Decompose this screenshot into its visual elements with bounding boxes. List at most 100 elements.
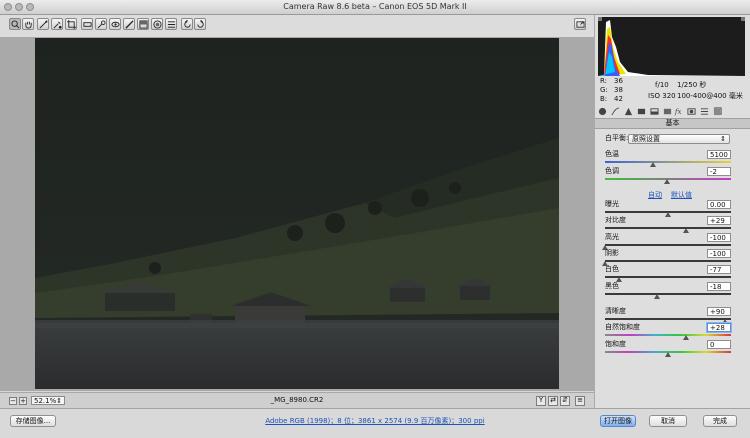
color-sampler-icon bbox=[53, 20, 62, 29]
lens: 100-400@400 毫米 bbox=[677, 92, 743, 100]
slider-value-field[interactable]: +29 bbox=[707, 216, 731, 225]
slider-thumb[interactable] bbox=[649, 162, 656, 167]
slider-label: 高光 bbox=[605, 233, 619, 241]
preferences-icon bbox=[167, 20, 175, 28]
hsl-tab[interactable] bbox=[636, 106, 646, 116]
adjustment-brush-tool-button[interactable] bbox=[123, 18, 135, 30]
rgb-b-value: 42 bbox=[614, 95, 623, 103]
rotate-ccw-tool-button[interactable] bbox=[181, 18, 193, 30]
presets-tab[interactable] bbox=[699, 106, 709, 116]
slider-label: 对比度 bbox=[605, 216, 626, 224]
hand-icon bbox=[24, 21, 32, 29]
lens-corrections-tab[interactable] bbox=[662, 106, 672, 116]
slider-value-field[interactable]: 0.00 bbox=[707, 200, 731, 209]
shutter-speed: 1/250 秒 bbox=[677, 81, 707, 89]
slider-value-field[interactable]: 0 bbox=[707, 340, 731, 349]
straighten-tool-button[interactable] bbox=[81, 18, 93, 30]
slider-track[interactable] bbox=[605, 161, 731, 163]
split-toning-tab[interactable] bbox=[649, 106, 659, 116]
preview-menu-button[interactable]: ≡ bbox=[575, 396, 585, 406]
swap-settings-button[interactable]: ⇄ bbox=[548, 396, 558, 406]
slider-thumb[interactable] bbox=[683, 228, 690, 233]
snapshots-tab[interactable] bbox=[712, 106, 722, 116]
slider-value-field[interactable]: -100 bbox=[707, 233, 731, 242]
workflow-options-link[interactable]: Adobe RGB (1998)；8 位；3861 x 2574 (9.9 百万… bbox=[265, 417, 484, 425]
spot-removal-icon bbox=[97, 19, 106, 28]
copy-settings-button[interactable]: ⇵ bbox=[560, 396, 570, 406]
slider-value-field[interactable]: -77 bbox=[707, 265, 731, 274]
histogram bbox=[598, 17, 745, 76]
slider-thumb[interactable] bbox=[665, 212, 671, 217]
straighten-icon bbox=[82, 21, 92, 27]
hsl-icon bbox=[637, 108, 645, 114]
white-balance-label: 白平衡: bbox=[605, 134, 629, 142]
preferences-tool-button[interactable] bbox=[165, 18, 177, 30]
crop-tool-button[interactable] bbox=[65, 18, 77, 30]
camera-calibration-tab[interactable] bbox=[686, 106, 696, 116]
slider-track[interactable] bbox=[605, 293, 731, 295]
fullscreen-button[interactable] bbox=[574, 18, 586, 30]
slider-track[interactable] bbox=[605, 318, 731, 320]
color-sampler-tool-button[interactable] bbox=[51, 18, 63, 30]
tone-curve-icon bbox=[610, 106, 619, 115]
basic-tab[interactable] bbox=[597, 106, 607, 116]
red-eye-icon bbox=[110, 21, 120, 27]
rotate-ccw-icon bbox=[183, 19, 191, 28]
section-title: 基本 bbox=[595, 118, 750, 129]
slider-value-field[interactable]: +28 bbox=[707, 323, 731, 332]
rgb-b-label: B: bbox=[600, 95, 608, 103]
detail-icon bbox=[624, 107, 632, 115]
aperture: f/10 bbox=[655, 81, 669, 89]
slider-value-field[interactable]: +90 bbox=[707, 307, 731, 316]
rgb-r-value: 36 bbox=[614, 77, 623, 85]
detail-tab[interactable] bbox=[623, 106, 633, 116]
adjustment-brush-icon bbox=[124, 19, 134, 29]
slider-track[interactable] bbox=[605, 276, 731, 278]
slider-value-field[interactable]: 5100 bbox=[707, 150, 731, 159]
split-toning-icon bbox=[649, 107, 659, 115]
before-after-toggle-button[interactable]: Y bbox=[536, 396, 546, 406]
slider-value-field[interactable]: -100 bbox=[707, 249, 731, 258]
white-balance-value: 原照设置 bbox=[632, 135, 660, 143]
slider-thumb[interactable] bbox=[665, 352, 671, 357]
slider-label: 白色 bbox=[605, 265, 619, 273]
photo-preview[interactable] bbox=[35, 38, 559, 389]
slider-label: 清晰度 bbox=[605, 307, 626, 315]
slider-label: 饱和度 bbox=[605, 340, 626, 348]
fullscreen-icon bbox=[575, 20, 585, 28]
tone-curve-tab[interactable] bbox=[610, 106, 620, 116]
effects-tab[interactable]: fx bbox=[673, 106, 683, 116]
white-balance-tool-button[interactable] bbox=[37, 18, 49, 30]
slider-thumb[interactable] bbox=[682, 335, 689, 340]
radial-filter-icon bbox=[152, 19, 162, 29]
slider-track[interactable] bbox=[605, 227, 731, 229]
rgb-g-value: 38 bbox=[614, 86, 623, 94]
chevron-updown-icon: ⇕ bbox=[720, 135, 726, 143]
rotate-cw-icon bbox=[196, 19, 204, 28]
spot-removal-tool-button[interactable] bbox=[95, 18, 107, 30]
default-link[interactable]: 默认值 bbox=[671, 191, 692, 200]
cancel-button[interactable]: 取消 bbox=[649, 415, 687, 427]
white-balance-select[interactable]: 原照设置 ⇕ bbox=[628, 134, 730, 144]
red-eye-tool-button[interactable] bbox=[109, 18, 121, 30]
window-title: Camera Raw 8.6 beta – Canon EOS 5D Mark … bbox=[283, 2, 467, 11]
slider-track[interactable] bbox=[605, 260, 731, 262]
done-button[interactable]: 完成 bbox=[703, 415, 737, 427]
auto-link[interactable]: 自动 bbox=[648, 191, 662, 200]
zoom-tool-button[interactable] bbox=[9, 18, 21, 30]
slider-track[interactable] bbox=[605, 244, 731, 246]
slider-label: 曝光 bbox=[605, 200, 619, 208]
slider-thumb[interactable] bbox=[663, 179, 670, 184]
slider-value-field[interactable]: -18 bbox=[707, 282, 731, 291]
open-image-button[interactable]: 打开图像 bbox=[600, 415, 636, 427]
radial-filter-tool-button[interactable] bbox=[151, 18, 163, 30]
graduated-filter-icon bbox=[138, 19, 148, 29]
slider-track[interactable] bbox=[605, 334, 731, 336]
graduated-filter-tool-button[interactable] bbox=[137, 18, 149, 30]
rotate-cw-tool-button[interactable] bbox=[194, 18, 206, 30]
slider-thumb[interactable] bbox=[653, 294, 660, 299]
slider-value-field[interactable]: -2 bbox=[707, 167, 731, 176]
hand-tool-button[interactable] bbox=[22, 18, 34, 30]
zoom-icon bbox=[10, 19, 19, 28]
rgb-r-label: R: bbox=[600, 77, 608, 85]
